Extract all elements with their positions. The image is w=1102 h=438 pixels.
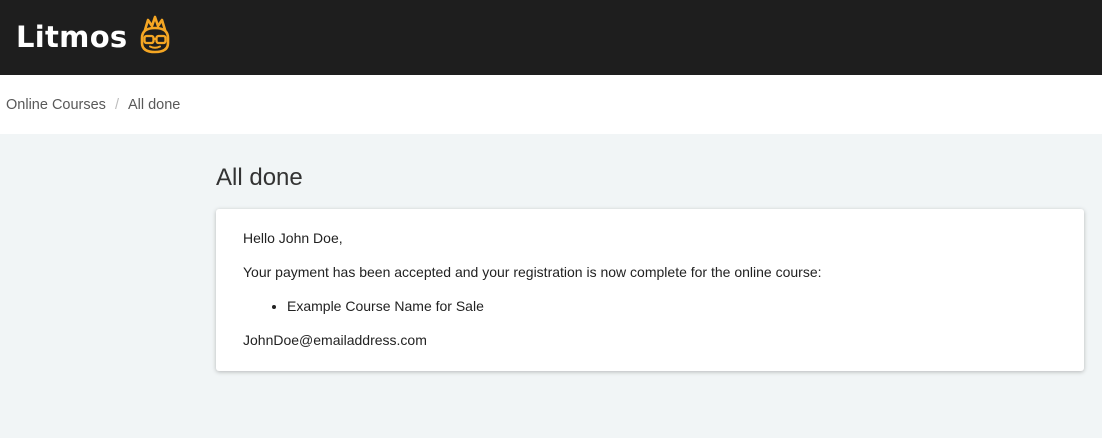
breadcrumb-separator: / xyxy=(114,96,119,113)
brand-name[interactable]: Litmos xyxy=(16,23,128,52)
course-list: Example Course Name for Sale xyxy=(243,297,1057,315)
greeting-text: Hello John Doe, xyxy=(243,230,343,246)
confirmation-message: Your payment has been accepted and your … xyxy=(243,264,822,280)
page-title: All done xyxy=(216,164,303,191)
email-address: JohnDoe@emailaddress.com xyxy=(243,332,427,348)
litmos-mascot-icon xyxy=(140,15,169,53)
top-navigation-bar: Litmos xyxy=(0,0,1102,75)
confirmation-card: Hello John Doe, Your payment has been ac… xyxy=(216,209,1084,371)
breadcrumb-online-courses[interactable]: Online Courses xyxy=(6,97,106,113)
course-list-item: Example Course Name for Sale xyxy=(287,297,1057,315)
main-content: All done Hello John Doe, Your payment ha… xyxy=(0,134,1102,371)
breadcrumb: Online Courses / All done xyxy=(0,75,1102,134)
breadcrumb-current: All done xyxy=(127,96,181,113)
